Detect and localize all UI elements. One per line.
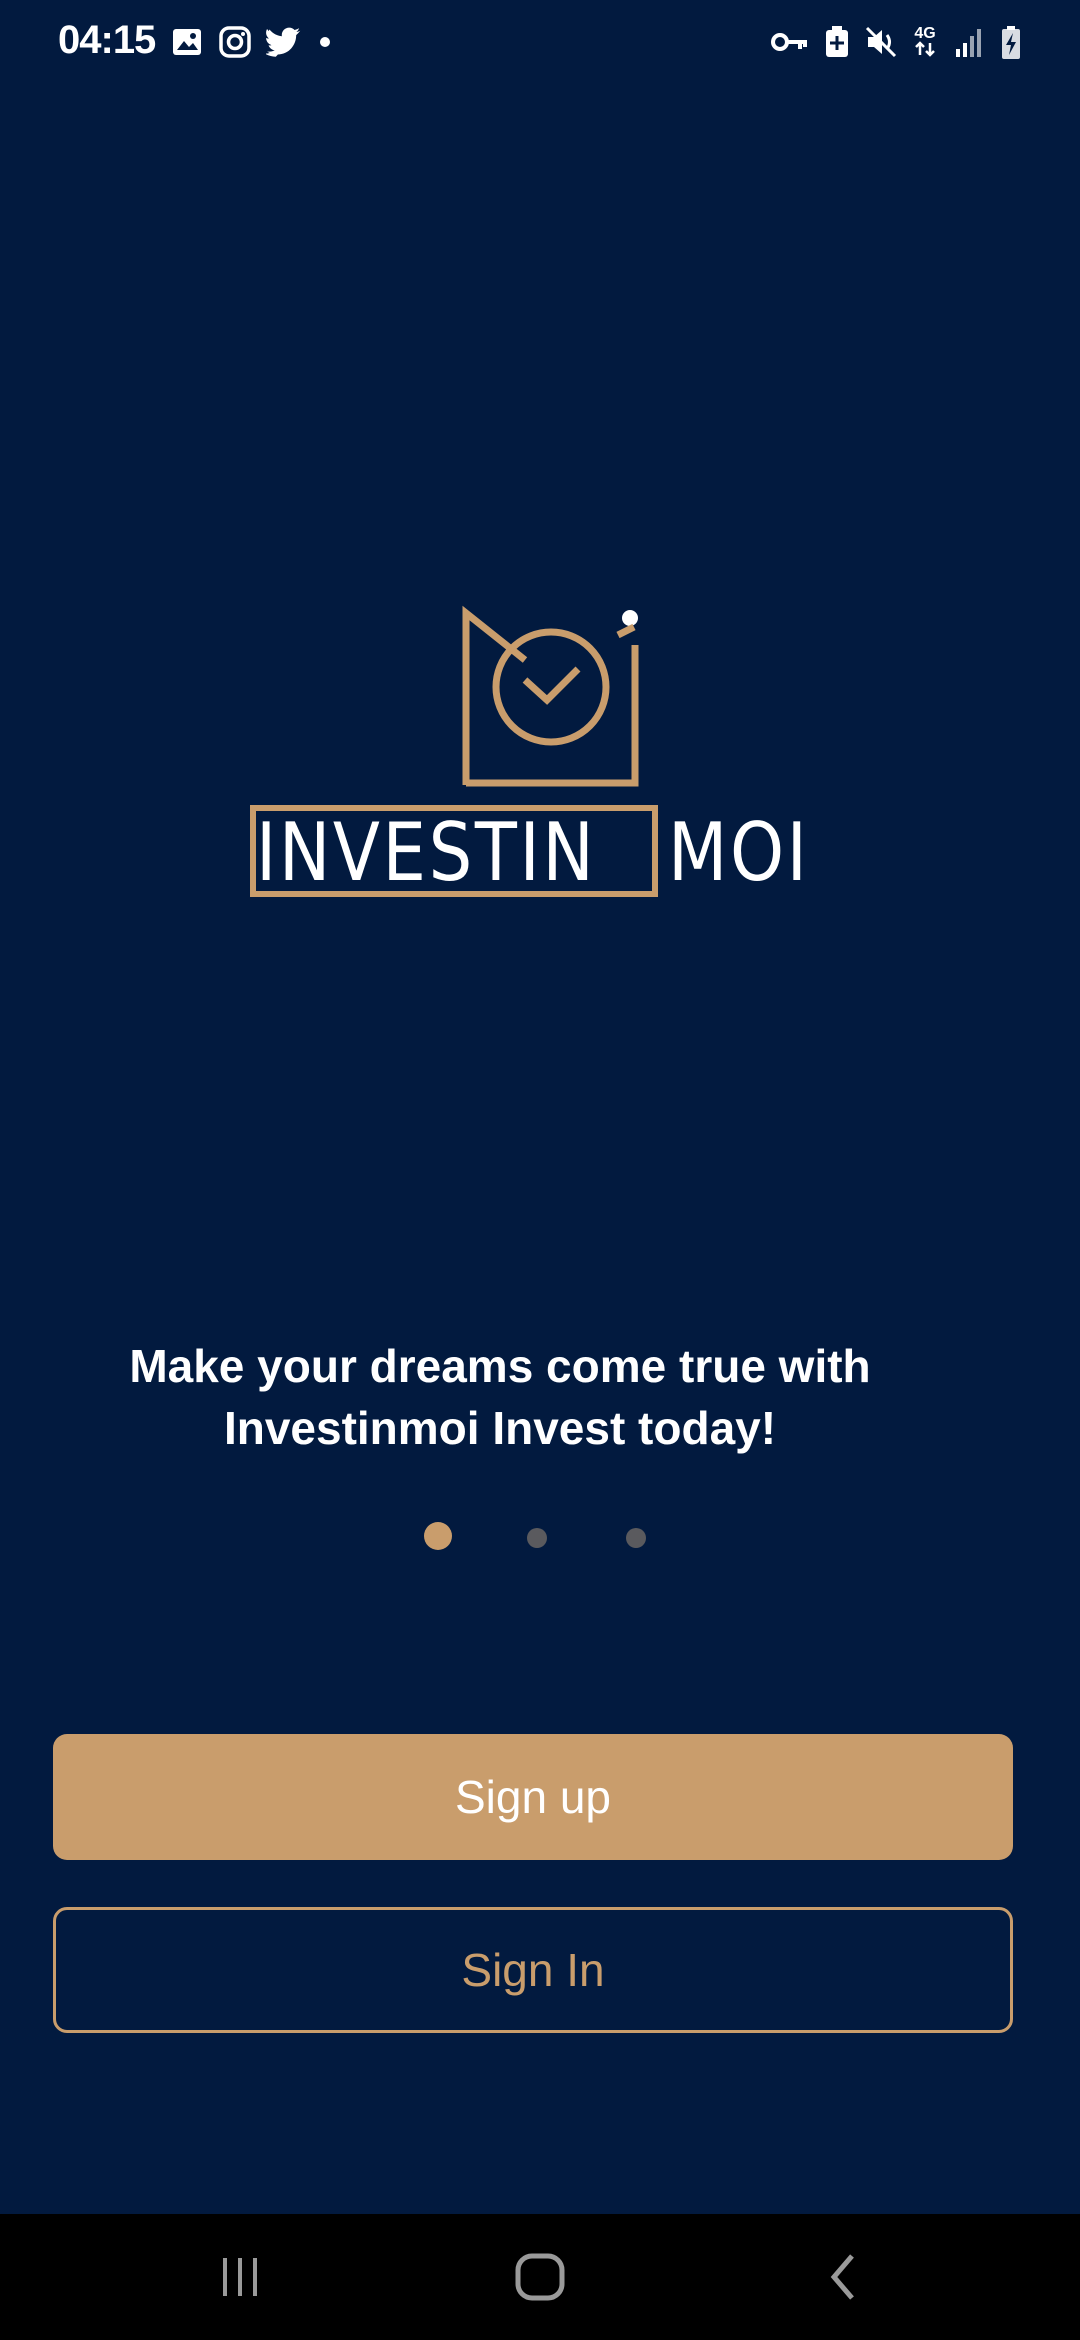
- back-icon[interactable]: [804, 2244, 884, 2310]
- brand-name-first: INVESTIN: [256, 806, 597, 899]
- signal-icon: [952, 25, 986, 59]
- page-indicator: [0, 1522, 1080, 1552]
- welcome-screen: 04:15 4G INVESTIN MOI Make your dreams c…: [0, 0, 1080, 2214]
- page-dot-1[interactable]: [424, 1522, 452, 1550]
- brand-wordmark: INVESTIN MOI: [250, 805, 840, 905]
- brand-logo: INVESTIN MOI: [250, 605, 840, 915]
- sign-up-button[interactable]: Sign up: [53, 1734, 1013, 1860]
- status-system-icons: 4G: [770, 20, 1022, 64]
- status-time: 04:15: [58, 18, 156, 62]
- home-icon[interactable]: [500, 2244, 580, 2310]
- system-navigation-bar: [0, 2214, 1080, 2340]
- twitter-icon: [264, 25, 301, 59]
- status-bar: 04:15 4G: [0, 0, 1080, 84]
- status-notification-icons: [170, 22, 330, 62]
- instagram-icon: [218, 25, 252, 59]
- notification-dot-icon: [320, 37, 330, 47]
- network-4g-icon: 4G: [912, 25, 938, 57]
- vpn-key-icon: [770, 25, 810, 59]
- recent-apps-icon[interactable]: [200, 2244, 280, 2310]
- brand-name-second: MOI: [668, 806, 810, 899]
- battery-saver-icon: [824, 25, 850, 59]
- page-dot-3[interactable]: [626, 1528, 646, 1548]
- mute-icon: [864, 25, 898, 59]
- page-dot-2[interactable]: [527, 1528, 547, 1548]
- sign-in-button[interactable]: Sign In: [53, 1907, 1013, 2033]
- gallery-icon: [170, 25, 204, 59]
- onboarding-tagline: Make your dreams come true with Investin…: [129, 1340, 871, 1454]
- network-type-label: 4G: [914, 25, 936, 42]
- envelope-check-icon: [450, 605, 650, 790]
- battery-charging-icon: [1000, 25, 1022, 59]
